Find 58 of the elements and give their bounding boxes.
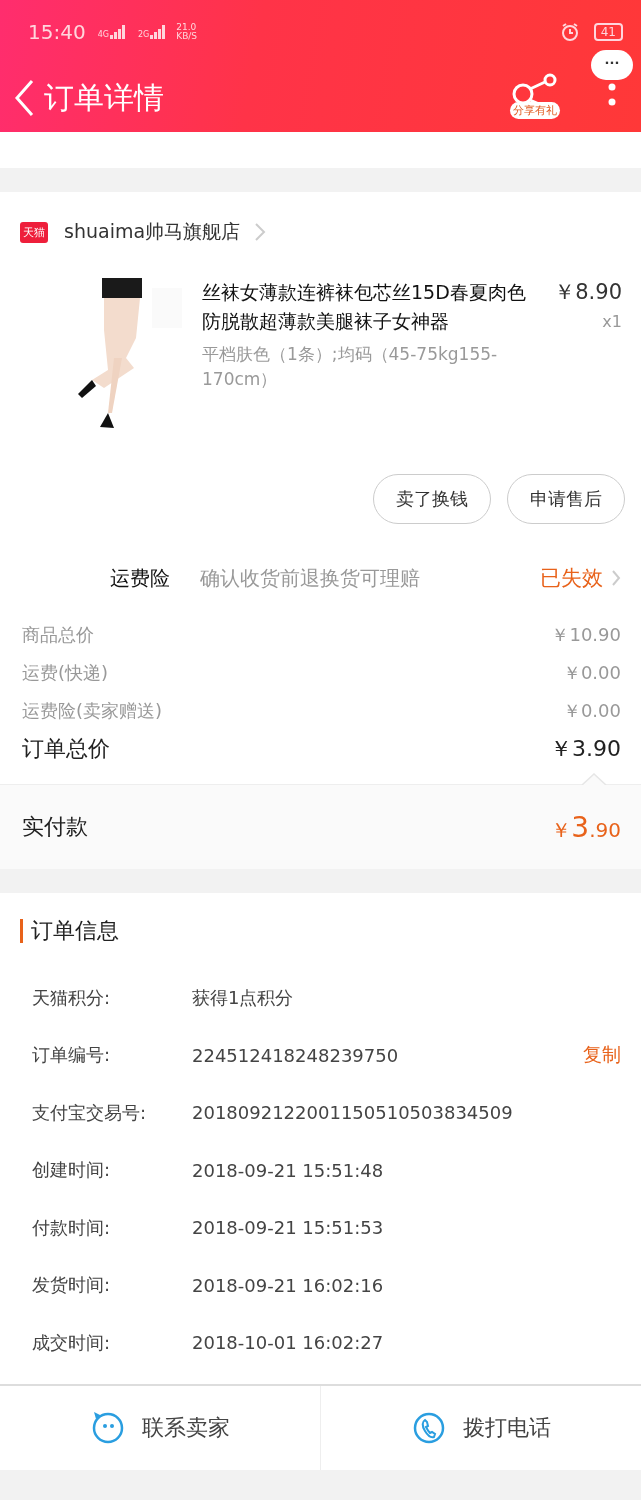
insurance-description: 确认收货前退换货可理赔 [200,564,421,592]
network-speed: 21.0 [176,23,198,32]
back-icon[interactable] [12,78,36,118]
product-price: ￥8.90 [553,279,622,306]
message-bubble[interactable]: ··· [591,50,633,80]
insurance-status-text: 已失效 [540,565,603,592]
info-label: 发货时间: [32,1273,112,1298]
info-label: 支付宝交易号: [32,1100,148,1125]
price-value: ￥0.00 [562,699,621,723]
price-label: 订单总价 [22,735,110,763]
signal-icon [109,25,126,39]
price-value: ￥3.90 [550,735,621,763]
paid-label: 实付款 [22,813,88,841]
contact-label: 拨打电话 [463,1413,551,1442]
product-title[interactable]: 丝袜女薄款连裤袜包芯丝15D春夏肉色防脱散超薄款美腿袜子女神器 [202,278,542,336]
network-type: 4G [97,30,109,39]
info-value: 获得1点积分 [192,985,294,1010]
info-value: 2018092122001150510503834509 [192,1102,513,1124]
info-label: 天猫积分: [32,985,112,1010]
chevron-right-icon [254,222,267,242]
price-label: 运费险(卖家赠送) [22,699,163,723]
price-label: 商品总价 [22,623,94,647]
network-type: 2G [137,30,150,39]
action-button[interactable]: 卖了换钱 [373,474,491,524]
page-title: 订单详情 [44,78,164,117]
chevron-right-icon [611,569,621,587]
info-label: 成交时间: [32,1330,112,1355]
section-title: 订单信息 [31,917,119,945]
contact-button[interactable]: 拨打电话 [320,1385,641,1470]
paid-amount: ￥3.90 [551,810,621,844]
product-quantity: x1 [601,311,622,333]
info-label: 创建时间: [32,1158,112,1183]
info-value: 2018-10-01 16:02:27 [192,1332,384,1354]
price-label: 运费(快递) [22,661,109,685]
alarm-icon [559,22,580,42]
clock-time: 15:40 [28,20,86,44]
info-label: 订单编号: [32,1043,112,1068]
share-label: 分享有礼 [510,101,560,119]
share-button[interactable]: 分享有礼 [509,71,561,119]
info-value: 2018-09-21 15:51:53 [192,1217,384,1239]
accent-bar [20,919,23,943]
store-badge: 天猫 [20,221,48,243]
info-value: 2018-09-21 15:51:48 [192,1159,384,1181]
speed-unit: KB/S [176,32,198,41]
contact-label: 联系卖家 [142,1413,230,1442]
price-value: ￥0.00 [562,661,621,685]
store-name[interactable]: shuaima帅马旗舰店 [64,219,241,245]
battery-indicator: 41 [593,23,623,41]
signal-icon [150,25,167,39]
price-value: ￥10.90 [551,623,621,647]
info-value: 224512418248239750 [192,1044,399,1066]
insurance-label: 运费险 [110,564,171,592]
chat-face-icon [90,1409,126,1446]
contact-button[interactable]: 联系卖家 [0,1385,320,1470]
action-button[interactable]: 申请售后 [507,474,625,524]
info-label: 付款时间: [32,1215,112,1240]
info-value: 2018-09-21 16:02:16 [192,1274,384,1296]
product-variant: 平档肤色（1条）;均码（45-75kg155-170cm） [202,343,499,391]
